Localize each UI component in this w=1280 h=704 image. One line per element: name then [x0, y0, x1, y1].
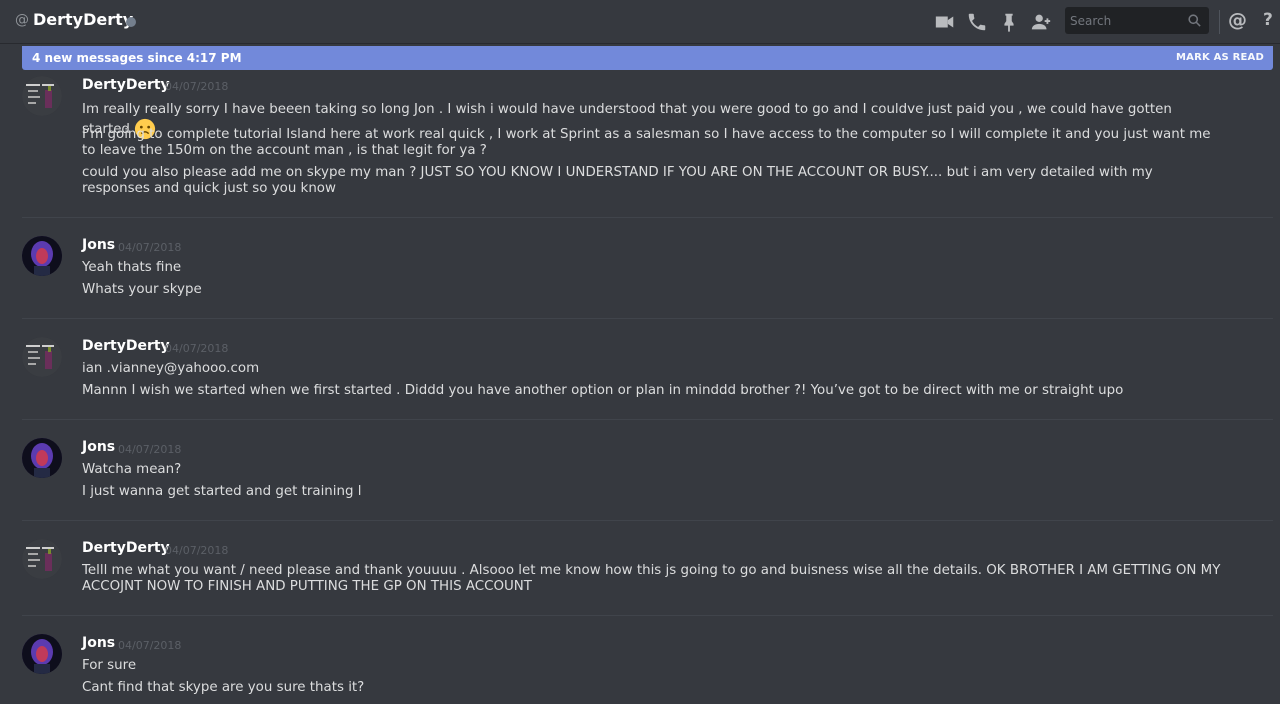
message-text: ian .vianney@yahooo.com — [82, 361, 260, 376]
mark-as-read-button[interactable]: MARK AS READ — [1176, 52, 1264, 63]
message-divider — [22, 615, 1273, 616]
message-author[interactable]: DertyDerty — [82, 540, 170, 556]
message-text: Yeah thats fine — [82, 260, 182, 275]
message-author[interactable]: DertyDerty — [82, 338, 170, 354]
message-text: Cant find that skype are you sure thats … — [82, 680, 365, 695]
avatar[interactable] — [22, 438, 62, 478]
message-text: could you also please add me on skype my… — [82, 165, 1153, 196]
message-text: I just wanna get started and get trainin… — [82, 484, 362, 499]
message-list: DertyDerty 04/07/2018 Im really really s… — [0, 0, 1280, 704]
message-author[interactable]: Jons — [82, 635, 115, 651]
message-divider — [22, 217, 1273, 218]
derty-avatar-image — [22, 76, 62, 116]
message-timestamp: 04/07/2018 — [118, 639, 182, 652]
derty-avatar-image — [22, 539, 62, 579]
new-messages-text: 4 new messages since 4:17 PM — [32, 51, 242, 65]
message-timestamp: 04/07/2018 — [165, 80, 229, 93]
avatar[interactable] — [22, 236, 62, 276]
jons-avatar-image — [22, 438, 62, 478]
message-timestamp: 04/07/2018 — [118, 443, 182, 456]
message-text: Mannn I wish we started when we first st… — [82, 383, 1124, 398]
message-timestamp: 04/07/2018 — [165, 544, 229, 557]
avatar[interactable] — [22, 337, 62, 377]
message-text: Watcha mean? — [82, 462, 182, 477]
message-timestamp: 04/07/2018 — [165, 342, 229, 355]
avatar[interactable] — [22, 634, 62, 674]
message-text: Telll me what you want / need please and… — [82, 563, 1221, 594]
new-messages-bar[interactable]: 4 new messages since 4:17 PM MARK AS REA… — [22, 46, 1273, 70]
message-text: Whats your skype — [82, 282, 202, 297]
jons-avatar-image — [22, 236, 62, 276]
avatar[interactable] — [22, 76, 62, 116]
avatar[interactable] — [22, 539, 62, 579]
message-author[interactable]: Jons — [82, 237, 115, 253]
message-divider — [22, 318, 1273, 319]
message-divider — [22, 520, 1273, 521]
message-divider — [22, 419, 1273, 420]
message-author[interactable]: Jons — [82, 439, 115, 455]
message-text: For sure — [82, 658, 137, 673]
jons-avatar-image — [22, 634, 62, 674]
message-text: I’m going to complete tutorial Island he… — [82, 127, 1211, 158]
derty-avatar-image — [22, 337, 62, 377]
message-author[interactable]: DertyDerty — [82, 77, 170, 93]
message-timestamp: 04/07/2018 — [118, 241, 182, 254]
